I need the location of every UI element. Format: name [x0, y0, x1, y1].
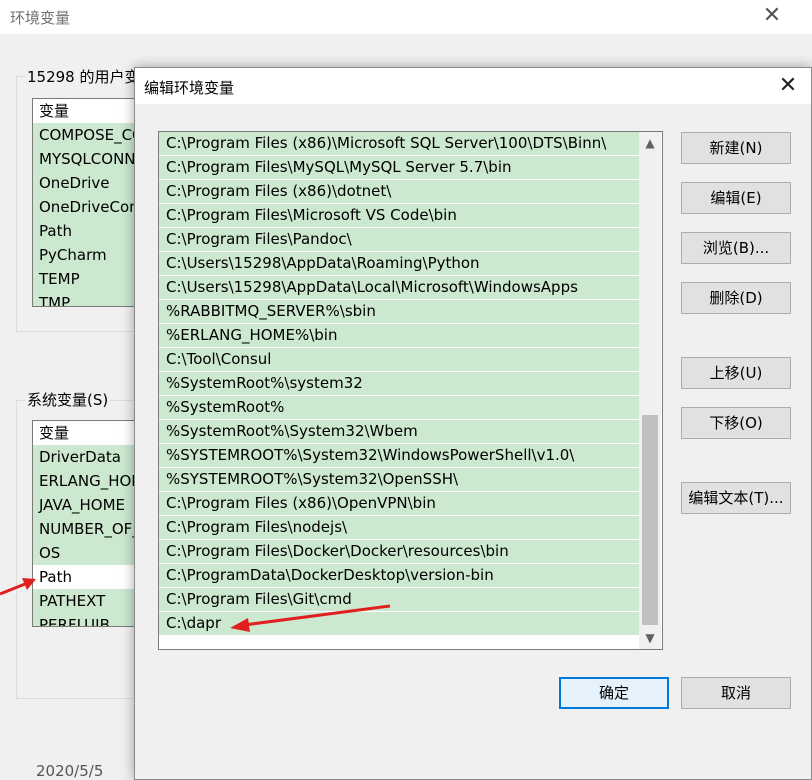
close-icon[interactable]: ✕ — [775, 72, 801, 100]
list-item[interactable]: PERFLUIB — [33, 613, 143, 626]
user-variables-header[interactable]: 变量 — [33, 99, 143, 123]
path-list-item[interactable]: C:\Tool\Consul — [159, 348, 639, 372]
user-variables-list[interactable]: 变量 COMPOSE_CO MYSQLCONN OneDrive OneDriv… — [32, 98, 144, 307]
path-list-item[interactable]: C:\Program Files\Docker\Docker\resources… — [159, 540, 639, 564]
list-item[interactable]: TMP — [33, 291, 143, 306]
background-dialog-title: 环境变量 — [10, 9, 71, 27]
browse-button[interactable]: 浏览(B)... — [681, 232, 791, 264]
edit-button[interactable]: 编辑(E) — [681, 182, 791, 214]
path-list-item[interactable]: C:\Program Files\Microsoft VS Code\bin — [159, 204, 639, 228]
path-list-item[interactable]: %ERLANG_HOME%\bin — [159, 324, 639, 348]
path-list-item[interactable]: C:\ProgramData\DockerDesktop\version-bin — [159, 564, 639, 588]
path-list-item[interactable]: %SystemRoot%\System32\Wbem — [159, 420, 639, 444]
move-up-button[interactable]: 上移(U) — [681, 357, 791, 389]
delete-button[interactable]: 删除(D) — [681, 282, 791, 314]
annotation-arrow-left — [0, 578, 36, 596]
scroll-thumb[interactable] — [642, 415, 658, 625]
edit-environment-variable-dialog: 编辑环境变量 ✕ C:\Program Files (x86)\Microsof… — [134, 67, 812, 780]
move-down-button[interactable]: 下移(O) — [681, 407, 791, 439]
path-list-item[interactable]: C:\Program Files (x86)\Microsoft SQL Ser… — [159, 132, 639, 156]
path-list-item[interactable]: %SystemRoot%\system32 — [159, 372, 639, 396]
list-item[interactable]: PyCharm — [33, 243, 143, 267]
path-list-item[interactable]: C:\Program Files\Pandoc\ — [159, 228, 639, 252]
scroll-up-icon[interactable]: ▲ — [639, 132, 661, 154]
list-item[interactable]: DriverData — [33, 445, 143, 469]
background-bottom-text: 2020/5/5 — [36, 762, 104, 780]
path-list-item[interactable]: %RABBITMQ_SERVER%\sbin — [159, 300, 639, 324]
list-item[interactable]: Path — [33, 219, 143, 243]
scroll-down-icon[interactable]: ▼ — [639, 627, 661, 649]
edit-text-button[interactable]: 编辑文本(T)... — [681, 482, 791, 514]
path-list-item[interactable]: %SYSTEMROOT%\System32\OpenSSH\ — [159, 468, 639, 492]
background-close-icon[interactable]: ✕ — [762, 4, 782, 28]
path-list-item[interactable]: C:\Program Files\MySQL\MySQL Server 5.7\… — [159, 156, 639, 180]
user-variables-label: 15298 的用户变 — [25, 66, 142, 87]
system-variables-list[interactable]: 变量 DriverData ERLANG_HOI JAVA_HOME NUMBE… — [32, 420, 144, 627]
system-variables-label: 系统变量(S) — [25, 389, 111, 410]
path-list-item[interactable]: %SystemRoot% — [159, 396, 639, 420]
system-variables-header[interactable]: 变量 — [33, 421, 143, 445]
path-list-item[interactable]: C:\Users\15298\AppData\Local\Microsoft\W… — [159, 276, 639, 300]
background-title-bar: 环境变量 ✕ — [0, 0, 812, 34]
path-list-item[interactable]: C:\Program Files\nodejs\ — [159, 516, 639, 540]
list-item[interactable]: JAVA_HOME — [33, 493, 143, 517]
list-item[interactable]: COMPOSE_CO — [33, 123, 143, 147]
path-list-item[interactable]: C:\Users\15298\AppData\Roaming\Python — [159, 252, 639, 276]
path-list-item[interactable]: C:\Program Files (x86)\dotnet\ — [159, 180, 639, 204]
list-item[interactable]: OneDrive — [33, 171, 143, 195]
list-item[interactable]: TEMP — [33, 267, 143, 291]
list-item[interactable]: ERLANG_HOI — [33, 469, 143, 493]
edit-dialog-title-bar: 编辑环境变量 ✕ — [135, 68, 811, 104]
path-rows: C:\Program Files (x86)\Microsoft SQL Ser… — [159, 132, 639, 636]
ok-button[interactable]: 确定 — [559, 677, 669, 709]
list-item-path[interactable]: Path — [33, 565, 143, 589]
edit-dialog-title: 编辑环境变量 — [144, 79, 235, 97]
path-list-item[interactable]: C:\Program Files (x86)\OpenVPN\bin — [159, 492, 639, 516]
list-item[interactable]: NUMBER_OF_ — [33, 517, 143, 541]
list-item[interactable]: PATHEXT — [33, 589, 143, 613]
new-button[interactable]: 新建(N) — [681, 132, 791, 164]
list-item[interactable]: OneDriveCon — [33, 195, 143, 219]
list-item[interactable]: MYSQLCONN — [33, 147, 143, 171]
list-item[interactable]: OS — [33, 541, 143, 565]
path-list-item[interactable]: %SYSTEMROOT%\System32\WindowsPowerShell\… — [159, 444, 639, 468]
vertical-scrollbar[interactable]: ▲ ▼ — [639, 132, 661, 649]
annotation-arrow-dapr — [230, 604, 391, 632]
cancel-button[interactable]: 取消 — [681, 677, 791, 709]
path-list[interactable]: C:\Program Files (x86)\Microsoft SQL Ser… — [158, 131, 663, 650]
